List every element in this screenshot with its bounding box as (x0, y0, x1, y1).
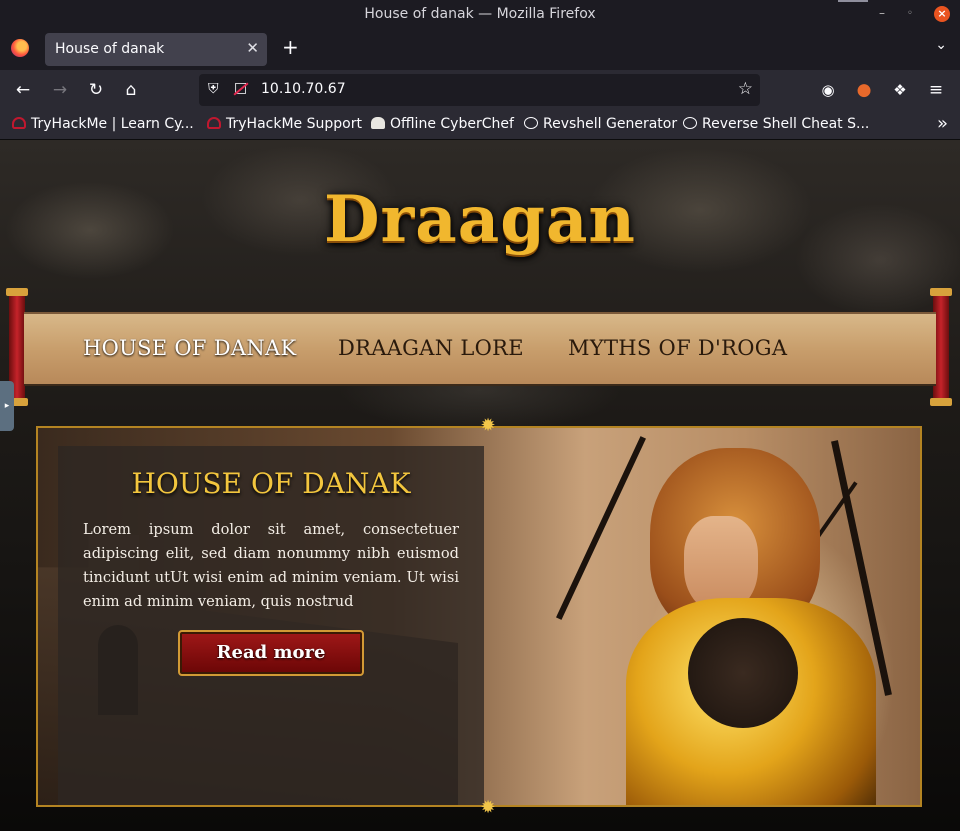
close-tab-icon[interactable]: ✕ (246, 39, 259, 57)
bookmark-label: TryHackMe | Learn Cy... (31, 116, 194, 132)
extensions-puzzle-icon[interactable]: ❖ (889, 80, 911, 100)
sun-ornament-icon: ✹ (480, 415, 496, 436)
hamburger-menu-icon[interactable]: ≡ (925, 80, 947, 100)
forward-arrow-icon[interactable]: → (49, 80, 71, 100)
maximize-icon[interactable]: ◦ (902, 6, 918, 22)
hero-title: HOUSE OF DANAK (131, 467, 411, 500)
insecure-lock-icon[interactable]: □ (233, 80, 249, 96)
bookmark-revshell-generator[interactable]: Revshell Generator (524, 116, 677, 132)
hero-banner: HOUSE OF DANAK Lorem ipsum dolor sit ame… (36, 426, 922, 807)
nav-link-myths-of-droga[interactable]: MYTHS OF D'ROGA (568, 336, 787, 360)
tryhackme-icon (207, 117, 221, 129)
url-text[interactable]: 10.10.70.67 (261, 81, 346, 97)
navigation-toolbar: ← → ↻ ⌂ ⛨ □ 10.10.70.67 ☆ ◉ ● ❖ ≡ (0, 70, 960, 110)
close-window-icon[interactable]: × (934, 6, 950, 22)
window-titlebar: House of danak — Mozilla Firefox – ◦ × (0, 0, 960, 29)
bookmark-reverse-shell-cheat-sheet[interactable]: Reverse Shell Cheat S... (683, 116, 869, 132)
nav-link-draagan-lore[interactable]: DRAAGAN LORE (338, 336, 524, 360)
chef-hat-icon (371, 117, 385, 129)
site-logo[interactable]: Draagan (0, 182, 960, 257)
bookmarks-toolbar: TryHackMe | Learn Cy... TryHackMe Suppor… (0, 110, 960, 140)
bookmark-offline-cyberchef[interactable]: Offline CyberChef (371, 116, 514, 132)
bookmark-label: Reverse Shell Cheat S... (702, 116, 870, 132)
address-bar[interactable]: ⛨ □ 10.10.70.67 ☆ (199, 74, 760, 106)
extension-avatar-icon[interactable]: ● (853, 80, 875, 100)
home-icon[interactable]: ⌂ (120, 80, 142, 100)
tab-house-of-danak[interactable]: House of danak ✕ (45, 33, 267, 66)
shield-icon[interactable]: ⛨ (208, 81, 219, 97)
bookmark-tryhackme-support[interactable]: TryHackMe Support (207, 116, 362, 132)
main-nav: HOUSE OF DANAK DRAAGAN LORE MYTHS OF D'R… (24, 312, 936, 386)
sidebar-handle[interactable]: ▸ (0, 381, 14, 431)
tab-title: House of danak (55, 41, 165, 57)
back-arrow-icon[interactable]: ← (12, 80, 34, 100)
tab-bar: House of danak ✕ + ⌄ (0, 29, 960, 70)
titlebar-accent (838, 0, 868, 2)
bookmark-tryhackme[interactable]: TryHackMe | Learn Cy... (12, 116, 194, 132)
bookmark-label: TryHackMe Support (226, 116, 362, 132)
hero-body: Lorem ipsum dolor sit amet, consectetuer… (83, 521, 459, 610)
bookmark-label: Revshell Generator (543, 116, 678, 132)
web-page: Draagan HOUSE OF DANAK DRAAGAN LORE MYTH… (0, 140, 960, 831)
reload-icon[interactable]: ↻ (85, 80, 107, 100)
firefox-icon[interactable] (11, 39, 29, 57)
pocket-icon[interactable]: ◉ (817, 80, 839, 100)
hero-text-panel: HOUSE OF DANAK Lorem ipsum dolor sit ame… (58, 446, 484, 805)
nav-link-house-of-danak[interactable]: HOUSE OF DANAK (83, 336, 297, 360)
globe-icon (683, 117, 697, 129)
tryhackme-icon (12, 117, 26, 129)
read-more-button[interactable]: Read more (178, 630, 364, 676)
bookmark-label: Offline CyberChef (390, 116, 514, 132)
sun-ornament-icon: ✹ (480, 797, 496, 818)
chevron-right-double-icon[interactable]: » (937, 113, 948, 134)
tree-branch (556, 436, 646, 620)
window-title: House of danak — Mozilla Firefox (364, 6, 596, 22)
new-tab-icon[interactable]: + (282, 35, 299, 59)
warrior-chest (688, 618, 798, 728)
chevron-down-icon[interactable]: ⌄ (935, 37, 947, 53)
minimize-icon[interactable]: – (874, 6, 890, 22)
bookmark-star-icon[interactable]: ☆ (738, 79, 753, 99)
globe-icon (524, 117, 538, 129)
